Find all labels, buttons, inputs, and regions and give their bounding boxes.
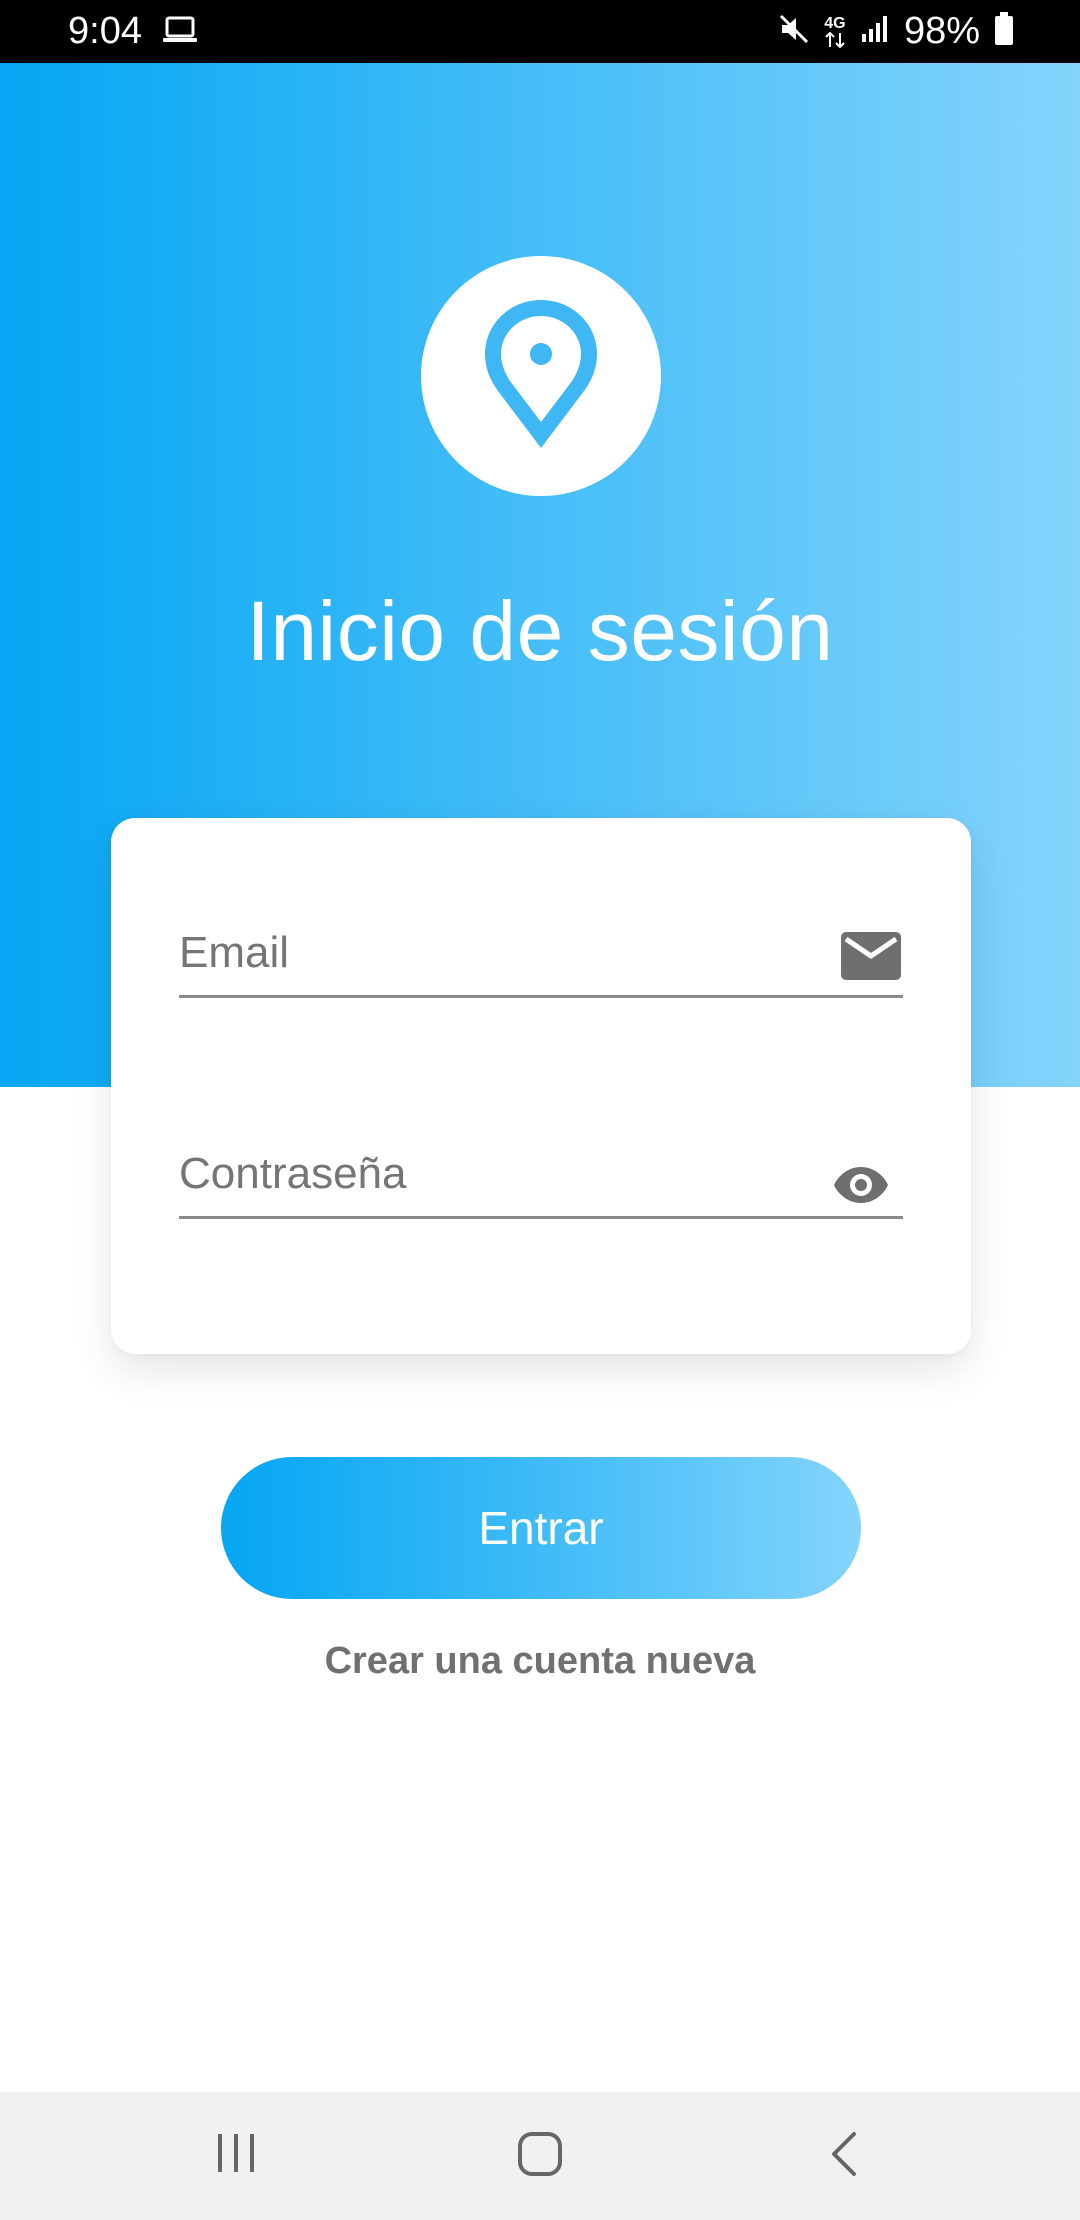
- email-icon: [841, 932, 901, 985]
- battery-percentage: 98%: [903, 10, 980, 52]
- system-navigation-bar: [0, 2092, 1080, 2220]
- email-field: [179, 918, 903, 998]
- signal-icon: [860, 14, 890, 49]
- back-icon[interactable]: [826, 2130, 862, 2183]
- mute-icon: [778, 13, 810, 50]
- submit-button[interactable]: Entrar: [221, 1457, 861, 1599]
- recent-apps-icon[interactable]: [214, 2130, 258, 2181]
- login-screen: 9:04 4G 98% Inicio de sesión Email Entra…: [0, 0, 1080, 2220]
- create-account-link[interactable]: Crear una cuenta nueva: [0, 1640, 1080, 1683]
- page-title: Inicio de sesión: [246, 584, 834, 678]
- login-card: [111, 818, 971, 1354]
- status-indicators: 4G 98%: [778, 10, 1014, 53]
- password-field: [179, 1139, 903, 1219]
- status-bar: 9:04 4G 98%: [0, 0, 1080, 63]
- status-time: 9:04: [68, 10, 142, 52]
- location-pin-icon: [481, 296, 601, 457]
- battery-icon: [994, 12, 1014, 51]
- email-input[interactable]: [179, 925, 799, 981]
- 4g-icon: 4G: [824, 14, 846, 48]
- visibility-eye-icon[interactable]: [833, 1165, 889, 1210]
- home-icon[interactable]: [516, 2130, 564, 2183]
- laptop-icon: [162, 16, 198, 49]
- app-logo: [421, 256, 661, 496]
- network-type: 4G: [824, 14, 846, 32]
- password-input[interactable]: [179, 1146, 799, 1202]
